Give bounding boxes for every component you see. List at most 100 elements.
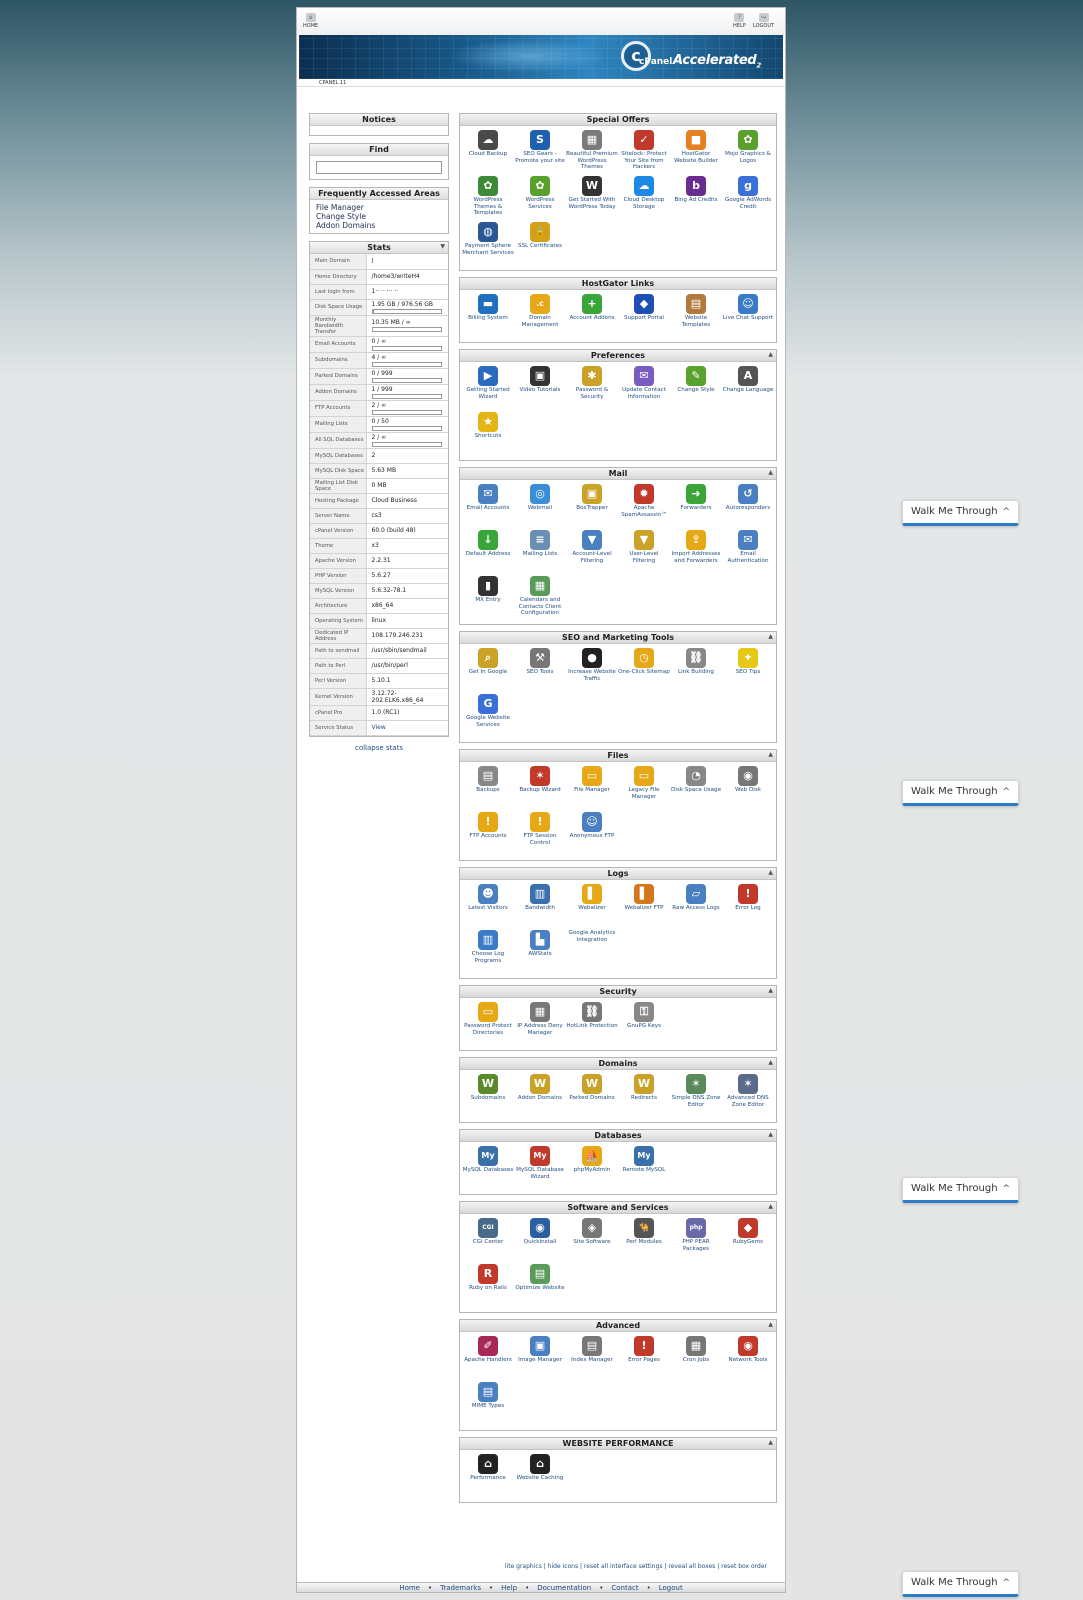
cpanel-link-domains[interactable]: ✶ Advanced DNS Zone Editor	[722, 1074, 774, 1120]
cpanel-link-files[interactable]: ☺ Anonymous FTP	[566, 812, 618, 858]
cpanel-link-advanced[interactable]: ◉ Network Tools	[722, 1336, 774, 1382]
cpanel-link-security[interactable]: ⛓ HotLink Protection	[566, 1002, 618, 1048]
cpanel-link-files[interactable]: ▤ Backups	[462, 766, 514, 812]
cpanel-link-performance[interactable]: ⌂ Website Caching	[514, 1454, 566, 1500]
cpanel-link-mail[interactable]: ✉ Email Accounts	[462, 484, 514, 530]
cpanel-link-domains[interactable]: W Parked Domains	[566, 1074, 618, 1120]
cpanel-link-advanced[interactable]: ! Error Pages	[618, 1336, 670, 1382]
footer-link[interactable]: Contact	[611, 1584, 638, 1592]
cpanel-link-software[interactable]: CGI CGI Center	[462, 1218, 514, 1264]
cpanel-link-software[interactable]: ◈ Site Software	[566, 1218, 618, 1264]
cpanel-link-mail[interactable]: ▼ User-Level Filtering	[618, 530, 670, 576]
cpanel-link-files[interactable]: ◔ Disk Space Usage	[670, 766, 722, 812]
cpanel-link-hostgator-links[interactable]: ▤ Website Templates	[670, 294, 722, 340]
cpanel-link-logs[interactable]: ▌ Webalizer FTP	[618, 884, 670, 930]
section-title[interactable]: Domains ▲	[460, 1058, 776, 1070]
cpanel-link-mail[interactable]: ▼ Account-Level Filtering	[566, 530, 618, 576]
cpanel-link-logs[interactable]: ▥ Bandwidth	[514, 884, 566, 930]
cpanel-link-software[interactable]: ▤ Optimize Website	[514, 1264, 566, 1310]
cpanel-link-software[interactable]: ◆ RubyGems	[722, 1218, 774, 1264]
cpanel-link-files[interactable]: ◉ Web Disk	[722, 766, 774, 812]
cpanel-link-mail[interactable]: ✉ Email Authentication	[722, 530, 774, 576]
collapse-triangle-icon[interactable]: ▲	[768, 351, 773, 358]
cpanel-link-special-offers[interactable]: ✿ WordPress Services	[514, 176, 566, 222]
section-title[interactable]: SEO and Marketing Tools ▲	[460, 632, 776, 644]
faa-link[interactable]: Addon Domains	[316, 221, 442, 230]
cpanel-link-domains[interactable]: W Addon Domains	[514, 1074, 566, 1120]
cpanel-link-preferences[interactable]: ★ Shortcuts	[462, 412, 514, 458]
cpanel-link-mail[interactable]: ↓ Default Address	[462, 530, 514, 576]
cpanel-link-special-offers[interactable]: ✿ Mojo Graphics & Logos	[722, 130, 774, 176]
cpanel-link-special-offers[interactable]: ☁ Cloud Backup	[462, 130, 514, 176]
cpanel-link-logs[interactable]: ☻ Latest Visitors	[462, 884, 514, 930]
cpanel-link-files[interactable]: ▭ Legacy File Manager	[618, 766, 670, 812]
faa-link[interactable]: Change Style	[316, 212, 442, 221]
cpanel-link-databases[interactable]: My MySQL Database Wizard	[514, 1146, 566, 1192]
cpanel-link-mail[interactable]: ⇪ Import Addresses and Forwarders	[670, 530, 722, 576]
cpanel-link-databases[interactable]: ⛵ phpMyAdmin	[566, 1146, 618, 1192]
cpanel-link-domains[interactable]: ✶ Simple DNS Zone Editor	[670, 1074, 722, 1120]
section-title[interactable]: Files ▲	[460, 750, 776, 762]
cpanel-link-security[interactable]: ▭ Password Protect Directories	[462, 1002, 514, 1048]
section-title[interactable]: Advanced ▲	[460, 1320, 776, 1332]
cpanel-link-special-offers[interactable]: ■ HostGator Website Builder	[670, 130, 722, 176]
collapse-triangle-icon[interactable]: ▲	[768, 987, 773, 994]
collapse-triangle-icon[interactable]: ▲	[768, 1439, 773, 1446]
collapse-triangle-icon[interactable]: ▲	[768, 1131, 773, 1138]
help-button[interactable]: ? HELP	[733, 13, 746, 29]
cpanel-link-logs[interactable]: ▥ Choose Log Programs	[462, 930, 514, 976]
section-title[interactable]: Preferences ▲	[460, 350, 776, 362]
cpanel-link-hostgator-links[interactable]: ▬ Billing System	[462, 294, 514, 340]
footer-link[interactable]: Logout	[659, 1584, 683, 1592]
cpanel-link-special-offers[interactable]: W Get Started With WordPress Today	[566, 176, 618, 222]
cpanel-link-logs[interactable]: ▙ AWStats	[514, 930, 566, 976]
interface-options-links[interactable]: lite graphics | hide icons | reset all i…	[467, 1563, 767, 1570]
cpanel-link-special-offers[interactable]: S SEO Gears - Promote your site	[514, 130, 566, 176]
cpanel-link-databases[interactable]: My MySQL Databases	[462, 1146, 514, 1192]
cpanel-link-security[interactable]: ▦ IP Address Deny Manager	[514, 1002, 566, 1048]
cpanel-link-special-offers[interactable]: b Bing Ad Credits	[670, 176, 722, 222]
cpanel-link-hostgator-links[interactable]: .c Domain Management	[514, 294, 566, 340]
walk-me-through-button[interactable]: Walk Me Through ^	[902, 1571, 1019, 1597]
collapse-stats-link[interactable]: collapse stats	[309, 744, 449, 752]
cpanel-link-domains[interactable]: W Subdomains	[462, 1074, 514, 1120]
cpanel-link-preferences[interactable]: ▶ Getting Started Wizard	[462, 366, 514, 412]
stats-title[interactable]: Stats ▼	[310, 242, 448, 254]
collapse-triangle-icon[interactable]: ▲	[768, 1059, 773, 1066]
cpanel-link-preferences[interactable]: ✉ Update Contact Information	[618, 366, 670, 412]
cpanel-link-performance[interactable]: ⌂ Performance	[462, 1454, 514, 1500]
cpanel-link-mail[interactable]: ✹ Apache SpamAssassin™	[618, 484, 670, 530]
cpanel-link-advanced[interactable]: ▤ Index Manager	[566, 1336, 618, 1382]
walk-me-through-button[interactable]: Walk Me Through ^	[902, 500, 1019, 526]
cpanel-link-files[interactable]: ▭ File Manager	[566, 766, 618, 812]
cpanel-link-seo[interactable]: ✦ SEO Tips	[722, 648, 774, 694]
cpanel-link-logs[interactable]: Google Analytics Integration	[566, 930, 618, 976]
stats-value[interactable]: View	[366, 720, 448, 736]
cpanel-link-logs[interactable]: ▌ Webalizer	[566, 884, 618, 930]
faa-link[interactable]: File Manager	[316, 203, 442, 212]
cpanel-link-preferences[interactable]: ✎ Change Style	[670, 366, 722, 412]
cpanel-link-seo[interactable]: ● Increase Website Traffic	[566, 648, 618, 694]
cpanel-link-preferences[interactable]: ▣ Video Tutorials	[514, 366, 566, 412]
cpanel-link-advanced[interactable]: ▣ Image Manager	[514, 1336, 566, 1382]
cpanel-link-domains[interactable]: W Redirects	[618, 1074, 670, 1120]
cpanel-link-advanced[interactable]: ▤ MIME Types	[462, 1382, 514, 1428]
cpanel-link-logs[interactable]: ! Error Log	[722, 884, 774, 930]
footer-link[interactable]: Trademarks	[440, 1584, 481, 1592]
section-title[interactable]: Software and Services ▲	[460, 1202, 776, 1214]
cpanel-link-special-offers[interactable]: ◍ Payment Sphere Merchant Services	[462, 222, 514, 268]
walk-me-through-button[interactable]: Walk Me Through ^	[902, 780, 1019, 806]
cpanel-link-special-offers[interactable]: ✿ WordPress Themes & Templates	[462, 176, 514, 222]
section-title[interactable]: Mail ▲	[460, 468, 776, 480]
logout-button[interactable]: ↪ LOGOUT	[753, 13, 774, 29]
cpanel-link-software[interactable]: 🐪 Perl Modules	[618, 1218, 670, 1264]
cpanel-link-software[interactable]: R Ruby on Rails	[462, 1264, 514, 1310]
cpanel-link-mail[interactable]: ◎ Webmail	[514, 484, 566, 530]
cpanel-link-seo[interactable]: ⛓ Link Building	[670, 648, 722, 694]
section-title[interactable]: WEBSITE PERFORMANCE ▲	[460, 1438, 776, 1450]
footer-link[interactable]: Documentation	[537, 1584, 591, 1592]
cpanel-link-logs[interactable]: ▱ Raw Access Logs	[670, 884, 722, 930]
collapse-triangle-icon[interactable]: ▲	[768, 633, 773, 640]
find-input[interactable]	[316, 161, 442, 174]
cpanel-link-special-offers[interactable]: 🔒 SSL Certificates	[514, 222, 566, 268]
